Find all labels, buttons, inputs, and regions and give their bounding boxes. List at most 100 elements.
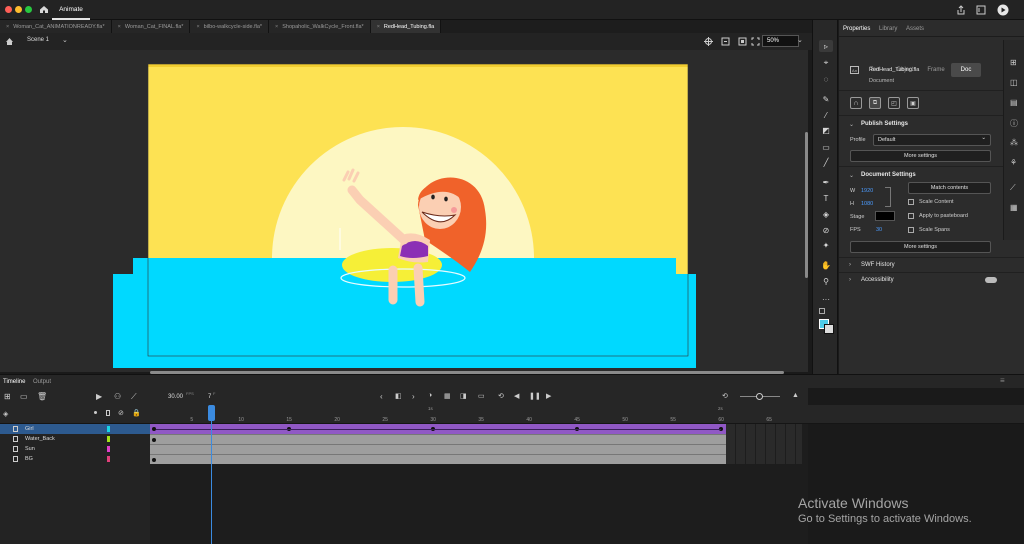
subselection-tool-icon[interactable]: ⌖ bbox=[819, 57, 833, 69]
hand-tool-icon[interactable]: ✋ bbox=[819, 259, 833, 271]
app-tab-animate[interactable]: Animate bbox=[52, 0, 90, 20]
apply-pasteboard-checkbox[interactable] bbox=[908, 213, 914, 219]
layer-name[interactable]: Sun bbox=[25, 446, 35, 452]
brush-tool-icon[interactable]: ⁄ bbox=[819, 109, 833, 121]
stroke-toggle-icon[interactable] bbox=[819, 308, 825, 314]
tween-icon[interactable]: ◨ bbox=[460, 392, 467, 400]
zoom-window-button[interactable] bbox=[25, 6, 32, 13]
insert-tween-icon[interactable]: ▭ bbox=[478, 392, 485, 400]
more-tools-icon[interactable]: ··· bbox=[819, 293, 833, 305]
frame-display[interactable]: 7 bbox=[208, 394, 211, 400]
layer-row-girl[interactable]: Girl bbox=[0, 424, 150, 434]
graph-editor-icon[interactable]: ⟋ bbox=[131, 392, 137, 402]
layer-name[interactable]: BG bbox=[25, 456, 33, 462]
swatches-icon[interactable]: ▤ bbox=[1010, 98, 1018, 107]
step-forward-icon[interactable]: ▶ bbox=[546, 392, 551, 400]
layer-color-tag[interactable] bbox=[107, 456, 110, 462]
frame-span-water-back[interactable] bbox=[150, 434, 726, 444]
segment-doc[interactable]: Doc bbox=[951, 63, 981, 77]
bone-tool-icon[interactable]: ✦ bbox=[819, 239, 833, 251]
keyframe[interactable] bbox=[152, 438, 156, 442]
layer-color-tag[interactable] bbox=[107, 436, 110, 442]
corner-icon[interactable]: ◰ bbox=[888, 97, 900, 109]
onion-skin-icon[interactable]: ◑ bbox=[428, 392, 432, 399]
zoom-tool-icon[interactable]: ⚲ bbox=[819, 275, 833, 287]
color-icon[interactable]: ◫ bbox=[1010, 78, 1018, 87]
lock-all-icon[interactable]: 🔒 bbox=[132, 409, 141, 417]
zoom-field[interactable]: 50% bbox=[762, 35, 799, 47]
previous-keyframe-icon[interactable]: ‹ bbox=[380, 392, 383, 401]
keyframe[interactable] bbox=[152, 458, 156, 462]
pencil-tool-icon[interactable]: ✎ bbox=[819, 93, 833, 105]
publish-more-settings-button[interactable]: More settings bbox=[850, 150, 991, 162]
document-more-settings-button[interactable]: More settings bbox=[850, 241, 991, 253]
home-icon[interactable] bbox=[39, 5, 49, 16]
step-back-icon[interactable]: ◀ bbox=[514, 392, 519, 400]
fps-display[interactable]: 30.00 bbox=[168, 394, 183, 400]
next-keyframe-icon[interactable]: › bbox=[412, 392, 415, 401]
insert-keyframe-icon[interactable]: ◧ bbox=[395, 392, 402, 400]
components-icon[interactable]: ⁂ bbox=[1010, 138, 1018, 147]
layer-color-tag[interactable] bbox=[107, 426, 110, 432]
swf-history-section[interactable]: › SWF History bbox=[839, 257, 1024, 272]
frame-span-sun[interactable] bbox=[150, 444, 726, 454]
text-tool-icon[interactable]: T bbox=[819, 192, 833, 204]
close-tab-icon[interactable]: × bbox=[6, 24, 9, 30]
fps-value[interactable]: 30 bbox=[876, 227, 882, 233]
workspace-icon[interactable] bbox=[976, 5, 986, 17]
close-window-button[interactable] bbox=[5, 6, 12, 13]
lasso-tool-icon[interactable]: ◌ bbox=[819, 73, 833, 85]
edit-multiple-frames-icon[interactable]: ▦ bbox=[444, 392, 451, 400]
rectangle-tool-icon[interactable]: ▭ bbox=[819, 141, 833, 153]
stage-canvas[interactable] bbox=[0, 50, 808, 372]
minimize-window-button[interactable] bbox=[15, 6, 22, 13]
playhead-line[interactable] bbox=[211, 405, 212, 544]
frame-size-slider-thumb[interactable] bbox=[756, 393, 763, 400]
doc-tab[interactable]: × Woman_Cat_ANIMATIONREADY.fla* bbox=[0, 20, 112, 33]
info-icon[interactable]: ⓘ bbox=[1010, 118, 1018, 129]
snap-icon[interactable]: ⧉ bbox=[869, 97, 881, 109]
vertical-scrollbar[interactable] bbox=[805, 132, 808, 278]
eraser-tool-icon[interactable]: ◩ bbox=[819, 124, 833, 136]
pen-tool-icon[interactable]: ✒ bbox=[819, 176, 833, 188]
layer-row-sun[interactable]: Sun bbox=[0, 444, 150, 454]
center-frame-icon[interactable]: ⟲ bbox=[722, 392, 728, 400]
layer-name[interactable]: Girl bbox=[25, 426, 34, 432]
grid-icon[interactable]: ▦ bbox=[1010, 203, 1018, 212]
camera-icon[interactable]: ▶ bbox=[96, 392, 102, 401]
rotate-stage-icon[interactable] bbox=[721, 37, 730, 48]
swf-history-title[interactable]: SWF History bbox=[861, 262, 895, 268]
height-value[interactable]: 1080 bbox=[861, 201, 873, 207]
clip-content-icon[interactable] bbox=[738, 37, 747, 48]
magnet-icon[interactable]: ∩ bbox=[850, 97, 862, 109]
lock-icon[interactable]: ▣ bbox=[907, 97, 919, 109]
pasteboard[interactable] bbox=[0, 50, 808, 372]
layer-parenting-icon[interactable]: ⚇ bbox=[114, 392, 121, 401]
layer-row-water-back[interactable]: Water_Back bbox=[0, 434, 150, 444]
test-movie-icon[interactable] bbox=[997, 4, 1009, 18]
eyedropper-icon[interactable]: ⊘ bbox=[819, 224, 833, 236]
empty-frames[interactable] bbox=[726, 424, 802, 464]
frame-grid[interactable] bbox=[150, 424, 808, 544]
segment-frame[interactable]: Frame bbox=[921, 63, 951, 77]
doc-tab[interactable]: × bilbo-walkcycle-side.fla* bbox=[190, 20, 270, 33]
chevron-down-icon[interactable]: ⌄ bbox=[849, 121, 854, 128]
new-layer-icon[interactable]: ⊞ bbox=[4, 392, 11, 401]
stage-color-swatch[interactable] bbox=[875, 211, 895, 221]
scale-spans-checkbox[interactable] bbox=[908, 227, 914, 233]
paint-bucket-icon[interactable]: ◈ bbox=[819, 208, 833, 220]
new-folder-icon[interactable]: ▭ bbox=[20, 392, 28, 401]
show-all-icon[interactable] bbox=[94, 411, 97, 414]
doc-tab[interactable]: × Woman_Cat_FINAL.fla* bbox=[111, 20, 191, 33]
frame-span-bg[interactable] bbox=[150, 454, 726, 464]
motion-presets-icon[interactable]: ⚘ bbox=[1010, 158, 1017, 167]
doc-tab-active[interactable]: × RedHead_Tubing.fla bbox=[370, 20, 442, 33]
delete-layer-icon[interactable]: 🗑 bbox=[37, 392, 47, 401]
outline-all-icon[interactable] bbox=[106, 410, 110, 416]
layer-color-tag[interactable] bbox=[107, 446, 110, 452]
doc-tab[interactable]: × Shopaholic_WalkCycle_Front.fla* bbox=[269, 20, 371, 33]
hide-all-icon[interactable]: ⊘ bbox=[118, 409, 124, 417]
match-contents-button[interactable]: Match contents bbox=[908, 182, 991, 194]
scene-icon[interactable] bbox=[5, 37, 14, 48]
link-dimensions-icon[interactable] bbox=[885, 187, 891, 207]
